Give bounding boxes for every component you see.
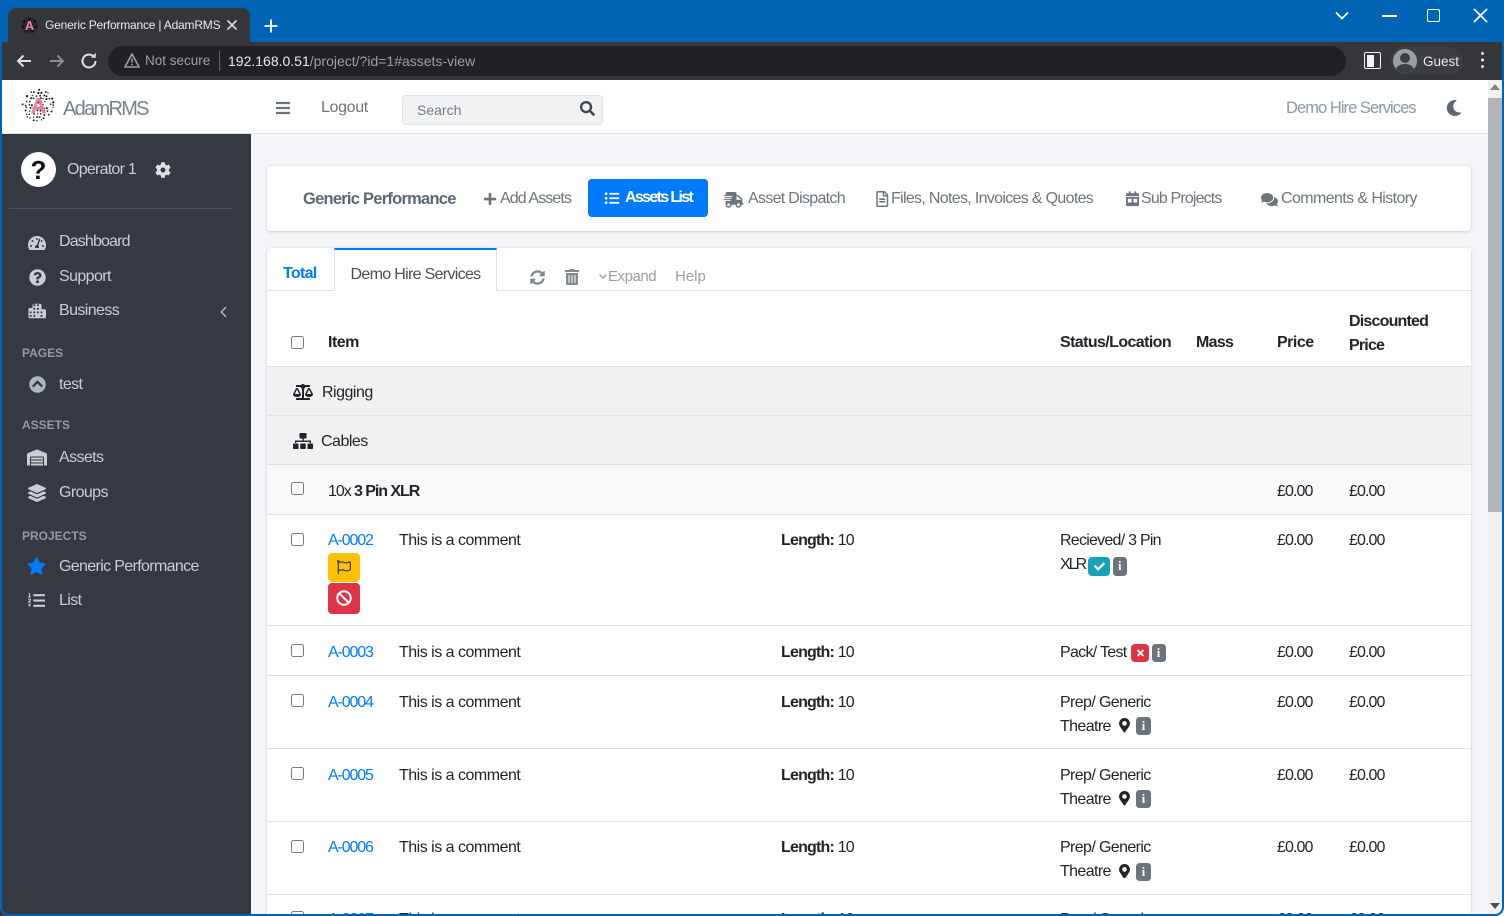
svg-text:A: A	[25, 18, 34, 33]
